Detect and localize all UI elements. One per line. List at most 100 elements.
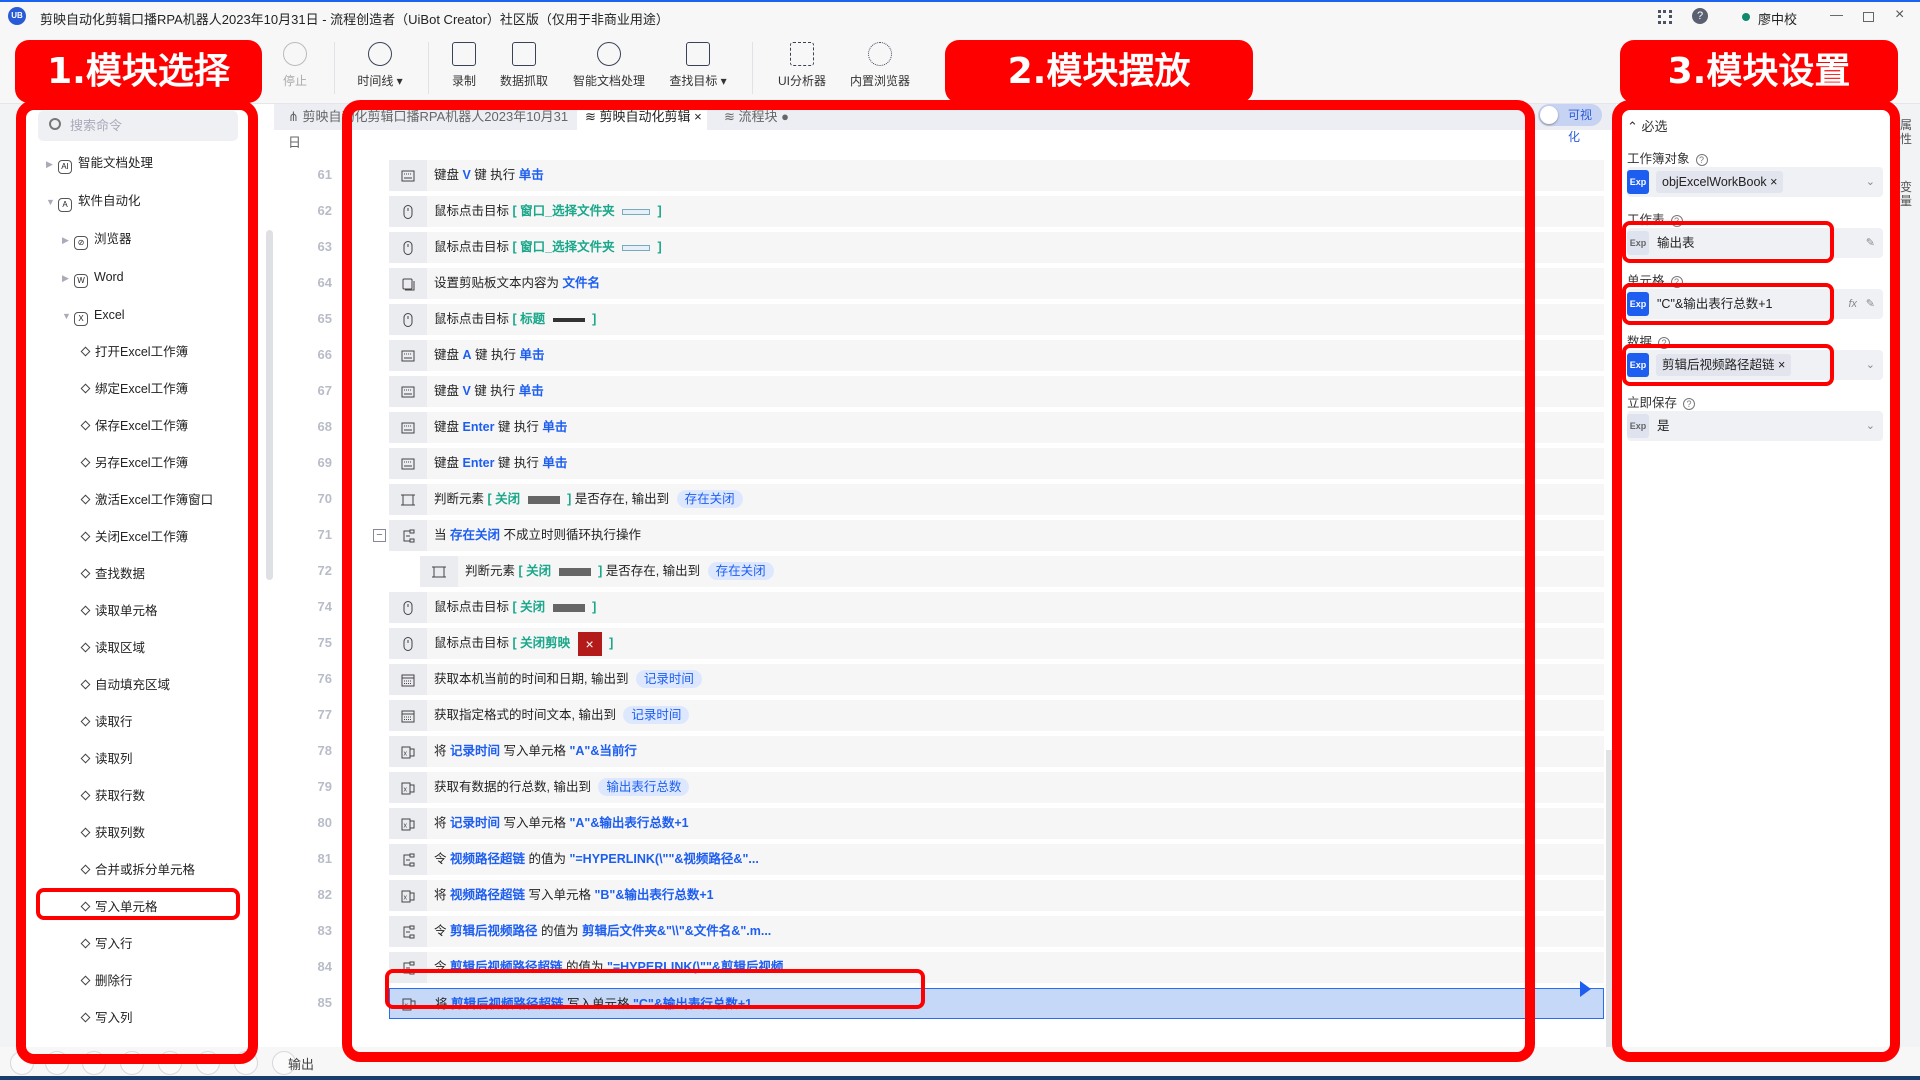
tree-item[interactable]: 保存Excel工作簿 <box>80 413 188 439</box>
tree-item[interactable]: 读取区域 <box>80 635 145 661</box>
flow-step-row[interactable]: 获取指定格式的时间文本, 输出到 记录时间 <box>389 700 1604 731</box>
tree-item[interactable]: 获取列数 <box>80 820 145 846</box>
output-tab[interactable]: 输出 <box>288 1054 314 1073</box>
tree-item[interactable]: 查找数据 <box>80 561 145 587</box>
flow-step-row[interactable]: 键盘 A 键 执行 单击 <box>389 340 1604 371</box>
search-button[interactable] <box>158 1051 182 1075</box>
flow-step-row[interactable]: 令 剪辑后视频路径 的值为 剪辑后文件夹&"\\"&文件名&".m... <box>389 916 1604 947</box>
fx-icon[interactable]: fx <box>1848 289 1857 319</box>
editor-scrollbar[interactable] <box>1606 750 1612 1050</box>
exp-toggle[interactable]: Exp <box>1627 231 1649 255</box>
help-icon[interactable]: ? <box>1692 8 1708 24</box>
user-menu[interactable]: 廖中校 <box>1758 9 1797 28</box>
flow-step-row[interactable]: 键盘 V 键 执行 单击 <box>389 160 1604 191</box>
tree-item[interactable]: 写入行 <box>80 931 133 957</box>
flow-step-row[interactable]: x 获取有数据的行总数, 输出到 输出表行总数 <box>389 772 1604 803</box>
left-side-tabs[interactable] <box>0 104 24 1064</box>
tree-item[interactable]: ▼ A 软件自动化 <box>46 188 141 214</box>
tree-item[interactable]: 删除行 <box>80 968 133 994</box>
tab-variables[interactable]: 变量 <box>1900 180 1916 208</box>
flow-step-row[interactable]: x 将 视频路径超链 写入单元格 "B"&输出表行总数+1 <box>389 880 1604 911</box>
search-input[interactable]: 搜索命令 <box>38 111 238 141</box>
tree-item[interactable]: ▶ AI 智能文档处理 <box>46 150 153 176</box>
tab-properties[interactable]: 属性 <box>1900 118 1916 146</box>
find-target-button[interactable]: 查找目标 ▾ <box>653 42 743 89</box>
timeline-button[interactable]: 时间线 ▾ <box>335 42 425 89</box>
tree-item[interactable]: 写入列 <box>80 1005 133 1031</box>
tree-item[interactable]: ▶ ⊘ 浏览器 <box>62 226 132 252</box>
flow-step-row[interactable]: 令 视频路径超链 的值为 "=HYPERLINK(\""&视频路径&"... <box>389 844 1604 875</box>
tree-item[interactable]: 打开Excel工作簿 <box>80 339 188 365</box>
tree-item[interactable]: 自动填充区域 <box>80 672 170 698</box>
edit-icon[interactable]: ✎ <box>1866 289 1875 319</box>
tab-main-flow[interactable]: ⋔ 剪映自动化剪辑口播RPA机器人2023年10月31日 <box>280 104 580 150</box>
data-select[interactable]: Exp 剪辑后视频路径超链 × ⌄ <box>1627 350 1883 380</box>
tree-item[interactable]: 绑定Excel工作簿 <box>80 376 188 402</box>
tree-item[interactable]: ▼ X Excel <box>62 302 125 328</box>
tab-jianying-edit[interactable]: ≋ 剪映自动化剪辑 × <box>577 104 707 130</box>
tree-item[interactable]: 另存Excel工作簿 <box>80 450 188 476</box>
workbook-select[interactable]: Exp objExcelWorkBook × ⌄ <box>1627 167 1883 197</box>
tree-item[interactable]: 获取行数 <box>80 783 145 809</box>
tree-item[interactable]: ▶ W Word <box>62 264 124 290</box>
expand-arrow-icon[interactable]: ▼ <box>62 303 74 329</box>
expand-arrow-icon[interactable]: ▶ <box>46 151 58 177</box>
sheet-input[interactable]: Exp 输出表 ✎ <box>1627 228 1883 258</box>
edit-button[interactable] <box>82 1051 106 1075</box>
builtin-browser-button[interactable]: 内置浏览器 <box>835 42 925 89</box>
help-icon[interactable]: ? <box>1683 398 1696 410</box>
flow-step-row[interactable]: 当 存在关闭 不成立时则循环执行操作 <box>389 520 1604 551</box>
ai-doc-button[interactable]: 智能文档处理 <box>564 42 654 89</box>
disable-button[interactable] <box>234 1051 258 1075</box>
help-icon[interactable]: ? <box>1658 337 1671 349</box>
exp-toggle[interactable]: Exp <box>1627 414 1649 438</box>
flow-step-row[interactable]: x 将 记录时间 写入单元格 "A"&输出表行总数+1 <box>389 808 1604 839</box>
help-icon[interactable]: ? <box>1670 215 1683 227</box>
exp-toggle[interactable]: Exp <box>1627 170 1649 194</box>
flow-step-row[interactable]: 鼠标点击目标 [ 窗口_选择文件夹 ] <box>389 232 1604 263</box>
expand-arrow-icon[interactable]: ▶ <box>62 227 74 253</box>
restore-button[interactable] <box>1863 12 1874 22</box>
tab-flow-block[interactable]: ≋ 流程块 ● <box>716 104 806 130</box>
ui-analyzer-button[interactable]: UI分析器 <box>757 42 847 89</box>
flow-step-row[interactable]: 鼠标点击目标 [ 关闭 ] <box>389 592 1604 623</box>
tree-item[interactable]: 读取单元格 <box>80 598 158 624</box>
flow-step-row[interactable]: 鼠标点击目标 [ 窗口_选择文件夹 ] <box>389 196 1604 227</box>
required-section-toggle[interactable]: ⌃ 必选 <box>1627 116 1668 135</box>
expand-arrow-icon[interactable]: ▼ <box>46 189 58 215</box>
tree-item[interactable]: 合并或拆分单元格 <box>80 857 195 883</box>
flow-step-row[interactable]: x 将 记录时间 写入单元格 "A"&当前行 <box>389 736 1604 767</box>
flow-step-row[interactable]: 鼠标点击目标 [ 标题 ] <box>389 304 1604 335</box>
stop-button[interactable]: 停止 <box>250 42 340 89</box>
flow-step-row[interactable]: 获取本机当前的时间和日期, 输出到 记录时间 <box>389 664 1604 695</box>
save-select[interactable]: Exp 是 ⌄ <box>1627 411 1883 441</box>
flow-step-row[interactable]: x 将 剪辑后视频路径超链 写入单元格 "C"&输出表行总数+1 <box>389 988 1604 1019</box>
tree-item[interactable]: 写入单元格 <box>80 894 158 920</box>
tree-item[interactable]: 读取列 <box>80 746 133 772</box>
expand-arrow-icon[interactable]: ▶ <box>62 265 74 291</box>
exp-toggle[interactable]: Exp <box>1627 292 1649 316</box>
run-button[interactable] <box>45 1051 69 1075</box>
help-icon[interactable]: ? <box>1670 276 1683 288</box>
data-scrape-button[interactable]: 数据抓取 <box>479 42 569 89</box>
edit-icon[interactable]: ✎ <box>1866 228 1875 258</box>
copy-button[interactable] <box>120 1051 144 1075</box>
flow-step-row[interactable]: 判断元素 [ 关闭 ] 是否存在, 输出到 存在关闭 <box>420 556 1604 587</box>
cell-input[interactable]: Exp "C"&输出表行总数+1 fx ✎ <box>1627 289 1883 319</box>
collapse-toggle[interactable]: − <box>373 529 386 542</box>
tree-item[interactable]: 关闭Excel工作簿 <box>80 524 188 550</box>
tree-scrollbar[interactable] <box>266 230 273 580</box>
exp-toggle[interactable]: Exp <box>1627 353 1649 377</box>
flow-step-row[interactable]: 键盘 Enter 键 执行 单击 <box>389 448 1604 479</box>
minimize-button[interactable]: — <box>1830 7 1843 22</box>
apps-grid-icon[interactable] <box>1658 10 1672 24</box>
flow-step-row[interactable]: 键盘 V 键 执行 单击 <box>389 376 1604 407</box>
tree-item[interactable]: 读取行 <box>80 709 133 735</box>
help-icon[interactable]: ? <box>1695 154 1708 166</box>
flow-step-row[interactable]: 令 剪辑后视频路径超链 的值为 "=HYPERLINK(\""&剪辑后视频... <box>389 952 1604 983</box>
keyboard-button[interactable] <box>196 1051 220 1075</box>
back-button[interactable] <box>10 1051 34 1075</box>
flow-step-row[interactable]: 设置剪贴板文本内容为 文件名 <box>389 268 1604 299</box>
flow-step-row[interactable]: 判断元素 [ 关闭 ] 是否存在, 输出到 存在关闭 <box>389 484 1604 515</box>
tree-item[interactable]: 激活Excel工作簿窗口 <box>80 487 213 513</box>
